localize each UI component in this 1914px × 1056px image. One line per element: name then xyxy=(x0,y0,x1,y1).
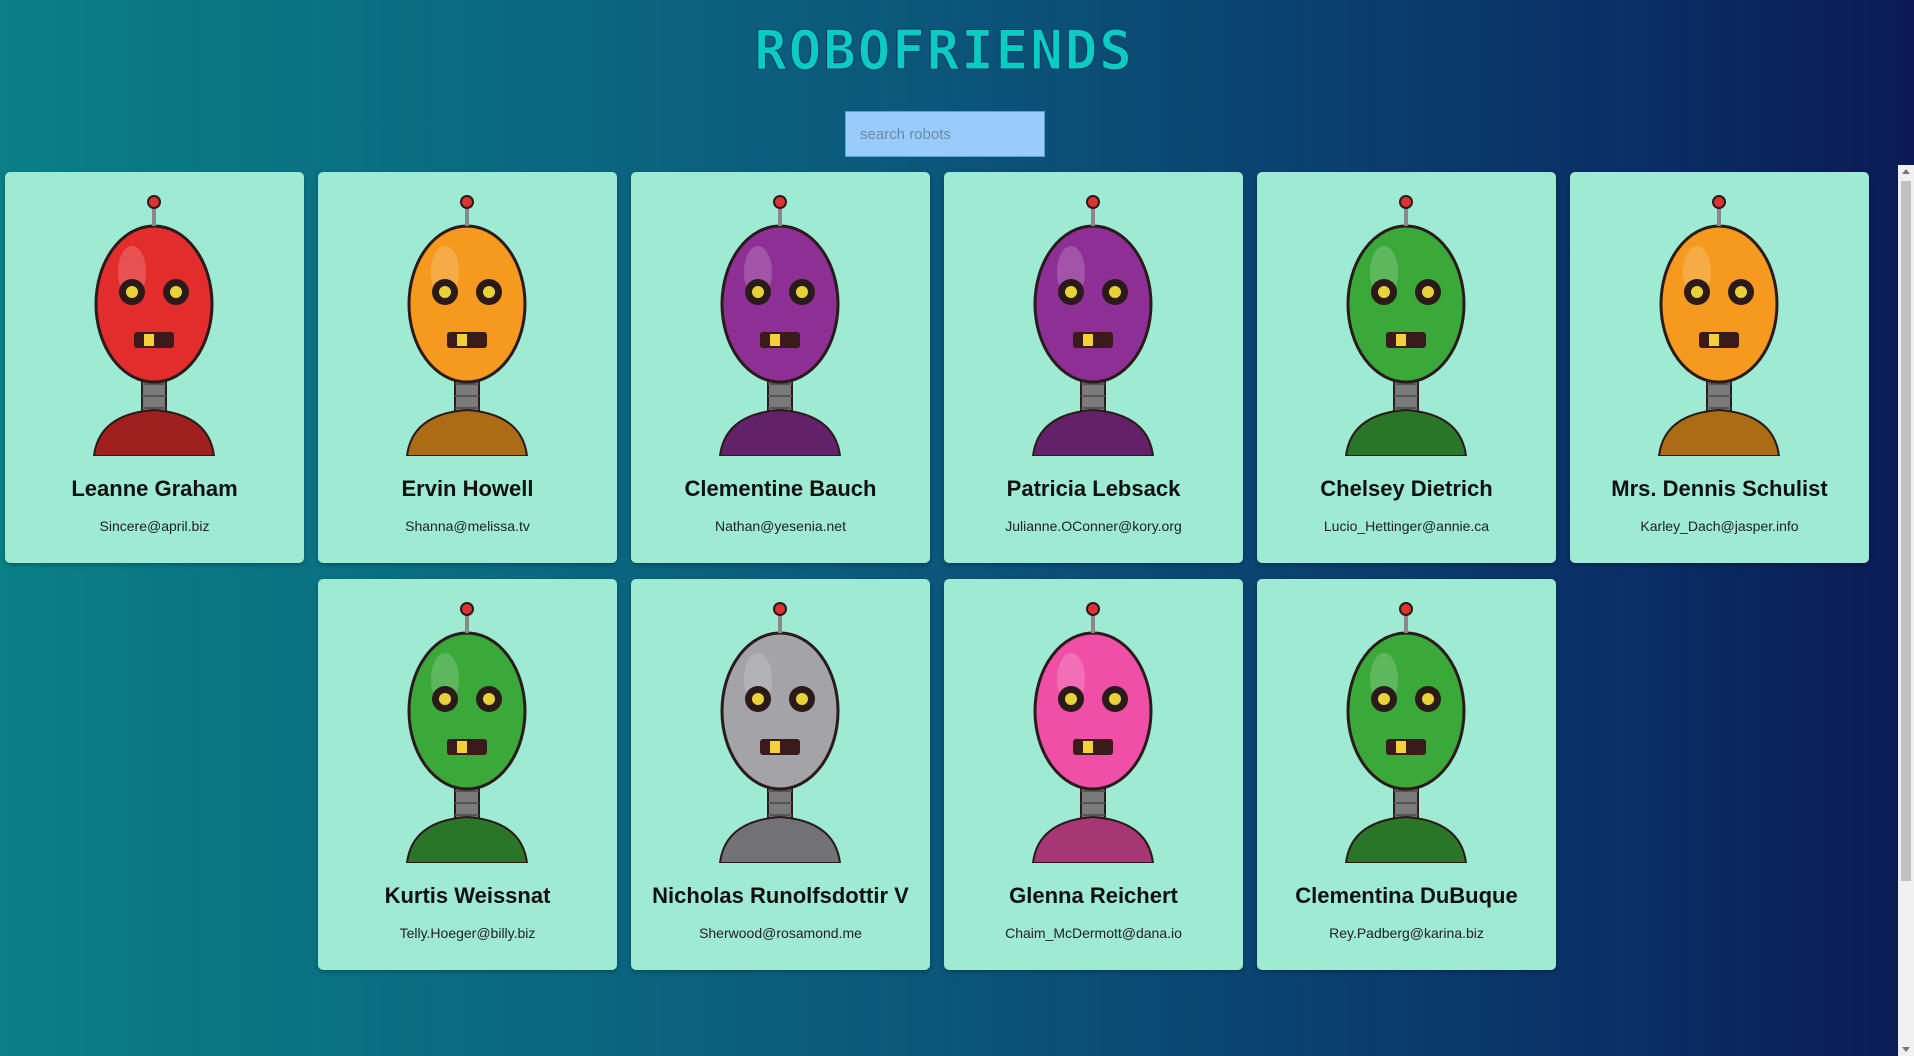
scroll-down-arrow-icon[interactable] xyxy=(1902,1047,1910,1052)
robot-email: Shanna@melissa.tv xyxy=(405,518,530,534)
robot-name: Kurtis Weissnat xyxy=(384,883,551,908)
robot-email: Telly.Hoeger@billy.biz xyxy=(399,925,536,941)
robot-card[interactable]: Glenna Reichert Chaim_McDermott@dana.io xyxy=(944,579,1243,970)
robot-name: Nicholas Runolfsdottir V xyxy=(652,883,909,908)
robot-avatar xyxy=(1276,192,1537,456)
robot-avatar xyxy=(337,599,598,863)
robot-name: Patricia Lebsack xyxy=(1006,476,1181,501)
robot-card[interactable]: Nicholas Runolfsdottir V Sherwood@rosamo… xyxy=(631,579,930,970)
robot-avatar xyxy=(963,599,1224,863)
robot-email: Nathan@yesenia.net xyxy=(715,518,846,534)
robot-name: Ervin Howell xyxy=(401,476,534,501)
robot-card[interactable]: Mrs. Dennis Schulist Karley_Dach@jasper.… xyxy=(1570,172,1869,563)
robot-avatar xyxy=(1589,192,1850,456)
robot-card[interactable]: Clementina DuBuque Rey.Padberg@karina.bi… xyxy=(1257,579,1556,970)
robot-avatar xyxy=(650,599,911,863)
scrollbar-thumb[interactable] xyxy=(1901,181,1911,881)
robot-email: Chaim_McDermott@dana.io xyxy=(1005,925,1182,941)
robot-email: Julianne.OConner@kory.org xyxy=(1005,518,1182,534)
robot-card[interactable]: Kurtis Weissnat Telly.Hoeger@billy.biz xyxy=(318,579,617,970)
robot-name: Mrs. Dennis Schulist xyxy=(1611,476,1828,501)
robot-avatar xyxy=(24,192,285,456)
robot-name: Clementina DuBuque xyxy=(1295,883,1518,908)
robot-name: Glenna Reichert xyxy=(1009,883,1178,908)
robot-name: Leanne Graham xyxy=(71,476,238,501)
robot-avatar xyxy=(1276,599,1537,863)
robot-email: Sherwood@rosamond.me xyxy=(699,925,862,941)
scroll-up-arrow-icon[interactable] xyxy=(1902,169,1910,174)
robot-email: Rey.Padberg@karina.biz xyxy=(1329,925,1484,941)
robot-avatar xyxy=(337,192,598,456)
robot-avatar xyxy=(650,192,911,456)
robot-avatar xyxy=(963,192,1224,456)
robot-card[interactable]: Patricia Lebsack Julianne.OConner@kory.o… xyxy=(944,172,1243,563)
scrollbar[interactable] xyxy=(1898,165,1914,1056)
robot-card[interactable]: Chelsey Dietrich Lucio_Hettinger@annie.c… xyxy=(1257,172,1556,563)
robot-email: Karley_Dach@jasper.info xyxy=(1640,518,1799,534)
robot-name: Clementine Bauch xyxy=(684,476,877,501)
robot-card[interactable]: Clementine Bauch Nathan@yesenia.net xyxy=(631,172,930,563)
robot-email: Sincere@april.biz xyxy=(99,518,210,534)
robot-card[interactable]: Leanne Graham Sincere@april.biz xyxy=(5,172,304,563)
robot-card[interactable]: Ervin Howell Shanna@melissa.tv xyxy=(318,172,617,563)
robot-email: Lucio_Hettinger@annie.ca xyxy=(1323,518,1490,534)
robot-card-list: Leanne Graham Sincere@april.biz Ervin Ho… xyxy=(0,0,1888,1056)
robot-name: Chelsey Dietrich xyxy=(1320,476,1493,501)
